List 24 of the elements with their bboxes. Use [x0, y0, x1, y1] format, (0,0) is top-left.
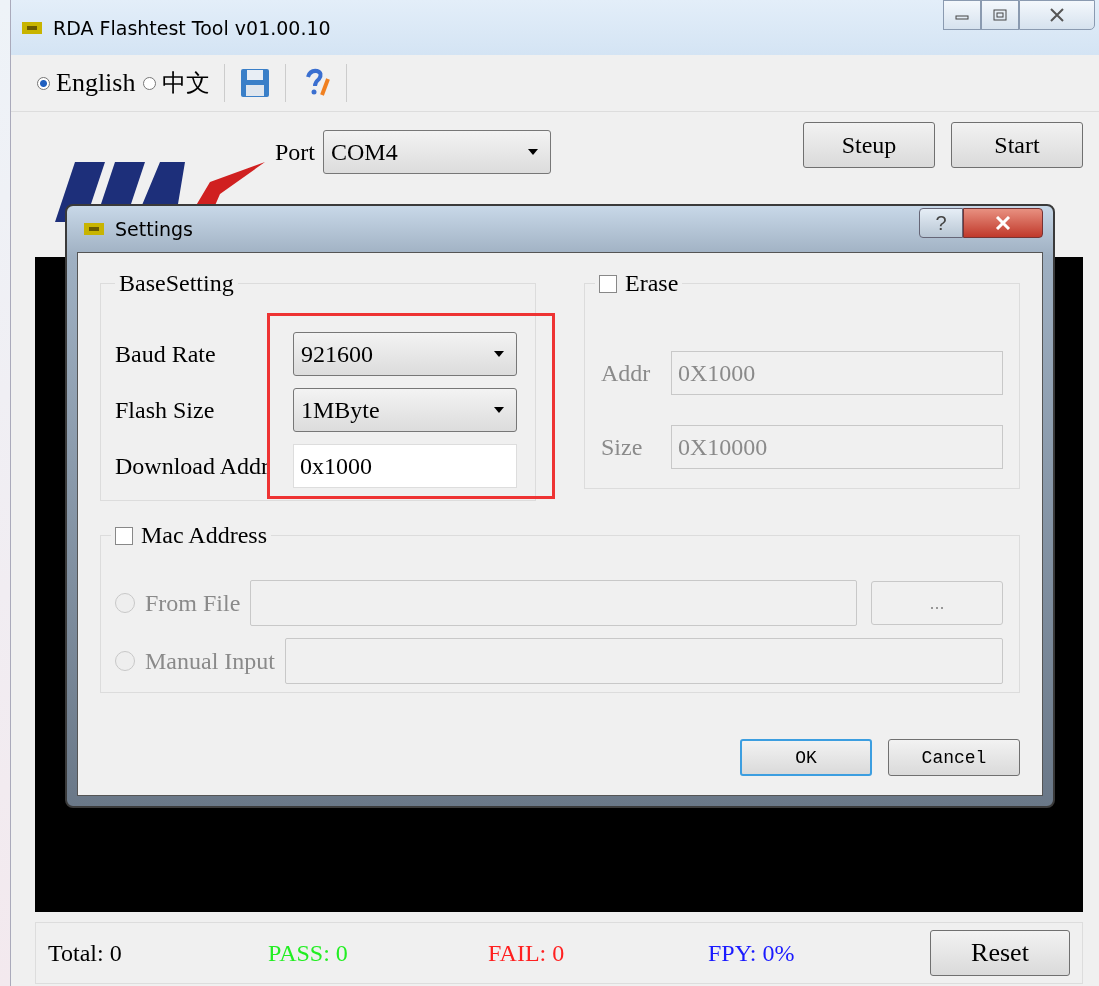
dropdown[interactable]: 1MByte — [293, 388, 517, 432]
reset-button[interactable]: Reset — [930, 930, 1070, 976]
dialog-button[interactable]: OK — [740, 739, 872, 776]
language-radio[interactable]: English — [37, 68, 136, 98]
field-label: Size — [601, 433, 644, 461]
dialog-button[interactable]: Cancel — [888, 739, 1020, 776]
field-label: Download Addr — [115, 452, 270, 480]
dropdown[interactable]: 921600 — [293, 332, 517, 376]
field-label: Baud Rate — [115, 340, 217, 368]
stat-label: FAIL: 0 — [488, 939, 566, 967]
field-label: Addr — [601, 359, 652, 387]
port-dropdown[interactable]: COM4 — [323, 130, 551, 174]
stat-label: FPY: 0% — [708, 939, 796, 967]
window-title: RDA Flashtest Tool v01.00.10 — [53, 16, 331, 39]
input-field[interactable]: 0x1000 — [293, 444, 517, 488]
toolbar-button[interactable]: Steup — [803, 122, 935, 168]
port-label: Port — [275, 138, 315, 166]
field-label: Flash Size — [115, 396, 216, 424]
stat-label: PASS: 0 — [268, 939, 349, 967]
help-button[interactable]: ? — [919, 208, 963, 238]
dialog-title: Settings — [115, 218, 193, 240]
stat-label: Total: 0 — [48, 939, 123, 967]
toolbar-button[interactable]: Start — [951, 122, 1083, 168]
language-radio[interactable]: 中文 — [143, 67, 211, 99]
